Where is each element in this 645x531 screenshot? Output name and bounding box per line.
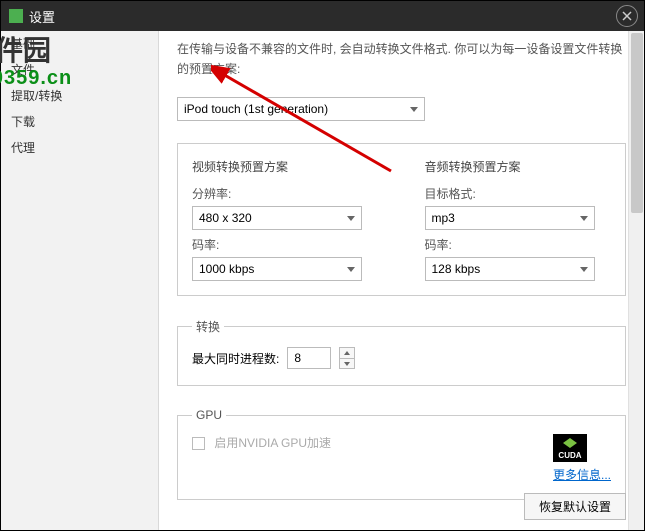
video-res-label: 分辨率: — [192, 185, 379, 202]
app-icon — [9, 9, 23, 23]
video-res-value: 480 x 320 — [199, 211, 252, 225]
device-preset-select[interactable]: iPod touch (1st generation) — [177, 97, 425, 121]
audio-bitrate-value: 128 kbps — [432, 262, 481, 276]
sidebar-item-download[interactable]: 下载 — [1, 109, 158, 135]
audio-fmt-value: mp3 — [432, 211, 455, 225]
audio-bitrate-select[interactable]: 128 kbps — [425, 257, 595, 281]
chevron-down-icon — [347, 267, 355, 272]
video-column: 视频转换预置方案 分辨率: 480 x 320 码率: 1000 kbps — [192, 158, 379, 281]
video-bitrate-value: 1000 kbps — [199, 262, 254, 276]
close-icon — [622, 11, 632, 21]
max-proc-value: 8 — [294, 351, 301, 365]
video-bitrate-label: 码率: — [192, 236, 379, 253]
scrollbar-thumb[interactable] — [631, 33, 643, 213]
chevron-down-icon — [580, 216, 588, 221]
chevron-down-icon — [344, 362, 350, 366]
audio-column: 音频转换预置方案 目标格式: mp3 码率: 128 kbps — [425, 158, 612, 281]
video-bitrate-select[interactable]: 1000 kbps — [192, 257, 362, 281]
chevron-up-icon — [344, 351, 350, 355]
max-proc-label: 最大同时进程数: — [192, 350, 279, 367]
restore-defaults-button[interactable]: 恢复默认设置 — [524, 493, 626, 520]
spin-down-button[interactable] — [339, 358, 355, 369]
max-proc-input[interactable]: 8 — [287, 347, 331, 369]
titlebar: 设置 — [1, 1, 644, 31]
sidebar-item-file[interactable]: 文件 — [1, 57, 158, 83]
video-header: 视频转换预置方案 — [192, 158, 379, 175]
audio-bitrate-label: 码率: — [425, 236, 612, 253]
conversion-preset-group: 视频转换预置方案 分辨率: 480 x 320 码率: 1000 kbps 音频… — [177, 143, 626, 296]
description-text: 在传输与设备不兼容的文件时, 会自动转换文件格式. 你可以为每一设备设置文件转换… — [177, 39, 626, 79]
audio-fmt-select[interactable]: mp3 — [425, 206, 595, 230]
sidebar: 基础 文件 提取/转换 下载 代理 — [1, 31, 159, 530]
content-panel: 在传输与设备不兼容的文件时, 会自动转换文件格式. 你可以为每一设备设置文件转换… — [159, 31, 644, 530]
chevron-down-icon — [410, 107, 418, 112]
audio-fmt-label: 目标格式: — [425, 185, 612, 202]
gpu-legend: GPU — [192, 408, 226, 422]
audio-header: 音频转换预置方案 — [425, 158, 612, 175]
sidebar-item-proxy[interactable]: 代理 — [1, 135, 158, 161]
sidebar-item-extract[interactable]: 提取/转换 — [1, 83, 158, 109]
chevron-down-icon — [347, 216, 355, 221]
gpu-checkbox-label: 启用NVIDIA GPU加速 — [214, 436, 331, 450]
chevron-down-icon — [580, 267, 588, 272]
more-info-link[interactable]: 更多信息... — [553, 466, 611, 483]
close-button[interactable] — [616, 5, 638, 27]
convert-legend: 转换 — [192, 318, 224, 335]
sidebar-item-basic[interactable]: 基础 — [1, 31, 158, 57]
window-title: 设置 — [29, 7, 55, 26]
video-res-select[interactable]: 480 x 320 — [192, 206, 362, 230]
convert-group: 转换 最大同时进程数: 8 — [177, 318, 626, 386]
scrollbar[interactable] — [628, 31, 644, 530]
cuda-logo: CUDA — [553, 434, 587, 462]
gpu-group: GPU 启用NVIDIA GPU加速 CUDA 更多信息... — [177, 408, 626, 500]
device-preset-value: iPod touch (1st generation) — [184, 102, 328, 116]
spin-up-button[interactable] — [339, 347, 355, 358]
gpu-checkbox[interactable] — [192, 437, 205, 450]
